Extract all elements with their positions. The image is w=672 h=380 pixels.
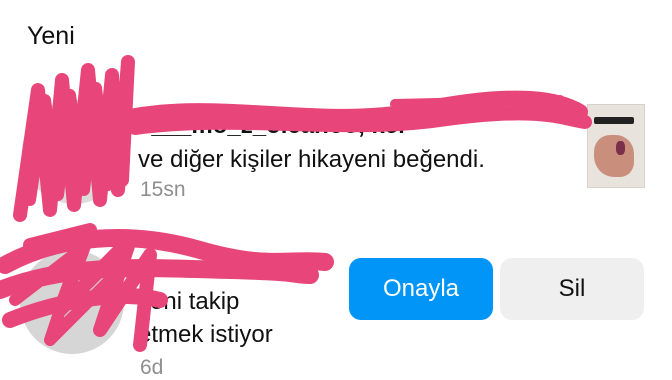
follow-request-text-line1: seni takip xyxy=(138,288,240,315)
liker-usernames[interactable]: a___mo_z_olcanoo, kel xyxy=(138,112,578,146)
thumbnail-caption xyxy=(594,117,634,124)
notification-text: ve diğer kişiler hikayeni beğendi. xyxy=(138,146,485,173)
notification-time: 15sn xyxy=(140,178,186,201)
requester-username[interactable] xyxy=(138,256,328,286)
notification-time: 6d xyxy=(140,356,164,379)
avatar[interactable] xyxy=(20,250,124,354)
nail-image xyxy=(616,141,625,155)
hand-image xyxy=(594,135,634,177)
confirm-button[interactable]: Onayla xyxy=(349,258,493,320)
stacked-avatars[interactable] xyxy=(22,100,126,204)
follow-request-text-line2: etmek istiyor xyxy=(138,321,273,348)
delete-button[interactable]: Sil xyxy=(500,258,644,320)
section-title-new: Yeni xyxy=(27,22,75,50)
story-thumbnail[interactable] xyxy=(587,104,645,188)
